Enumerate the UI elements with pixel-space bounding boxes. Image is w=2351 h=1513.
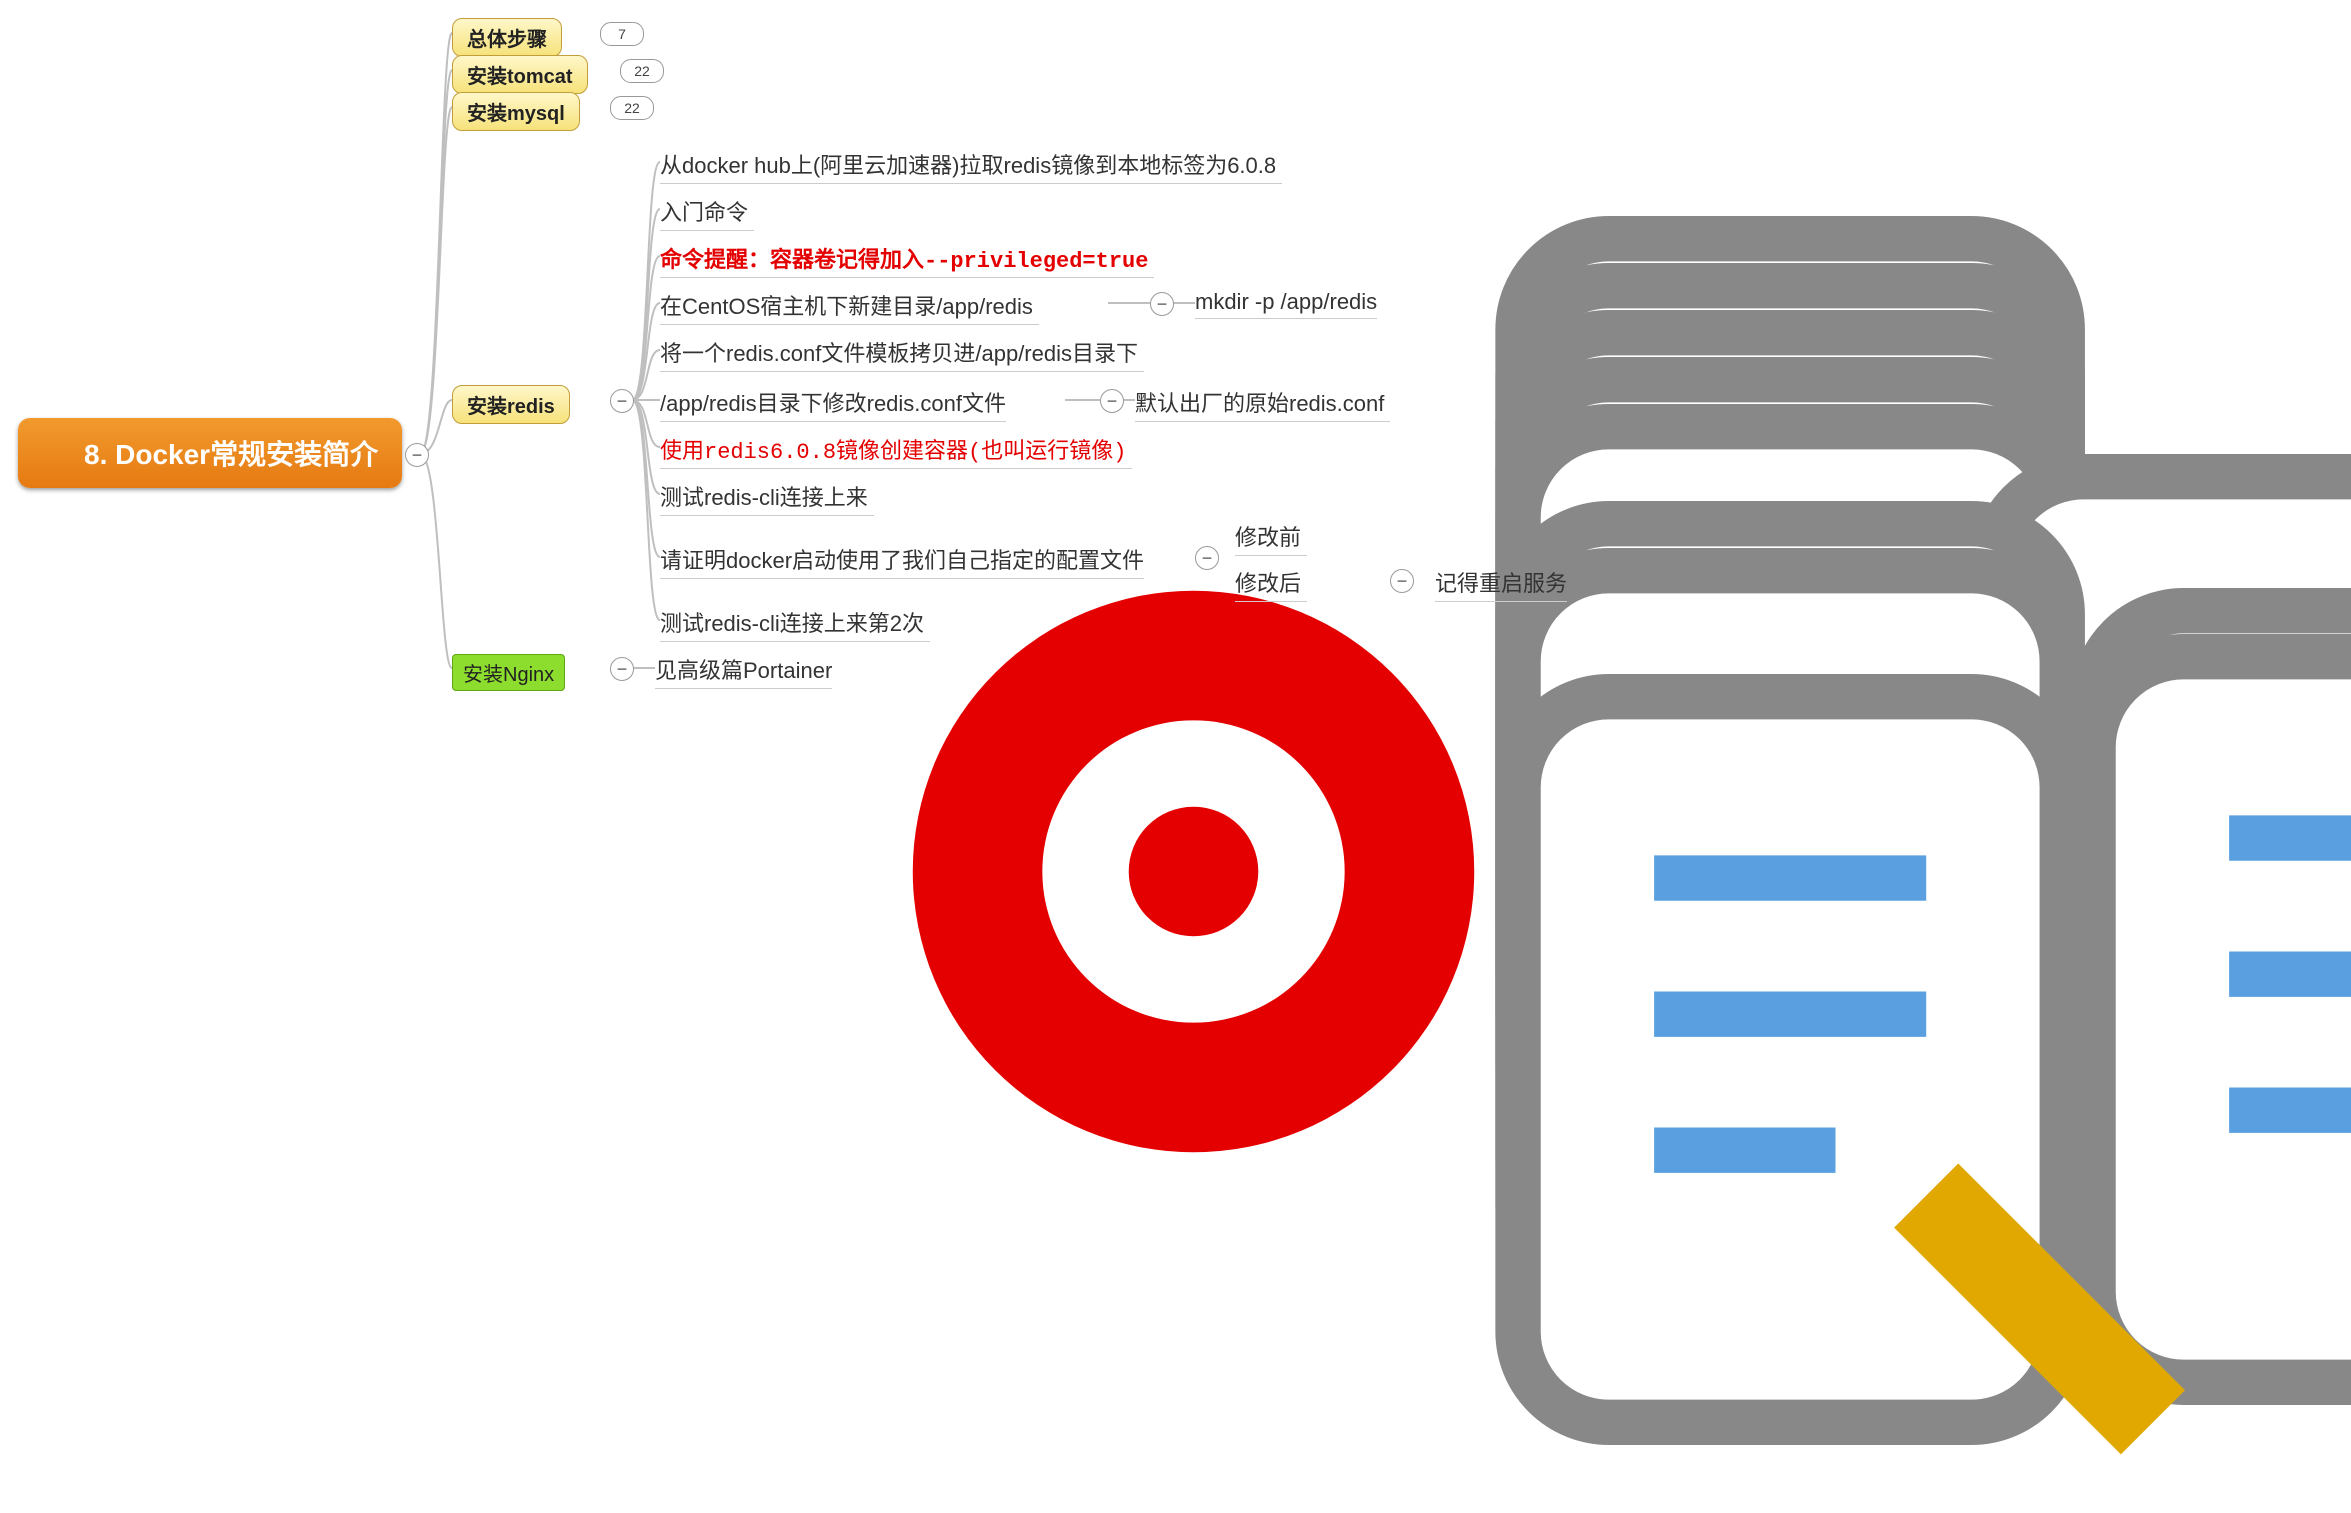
redis-n9-after-sub[interactable]: 记得重启服务 (1435, 566, 1567, 598)
topic-tomcat[interactable]: 安装tomcat (452, 55, 588, 94)
redis-n8[interactable]: 测试redis-cli连接上来 (660, 480, 868, 512)
redis-n9-after-toggle[interactable]: − (1390, 569, 1414, 593)
redis-collapse-toggle[interactable]: − (610, 389, 634, 413)
redis-n9-after[interactable]: 修改后 (1235, 566, 1301, 598)
target-icon (32, 432, 74, 474)
redis-n4-cmd[interactable]: mkdir -p /app/redis (1195, 289, 1377, 315)
topic-nginx[interactable]: 安装Nginx (452, 654, 565, 691)
redis-n9[interactable]: 请证明docker启动使用了我们自己指定的配置文件 (660, 543, 1144, 575)
topic-tomcat-count[interactable]: 22 (620, 59, 664, 83)
redis-n6-sub[interactable]: 默认出厂的原始redis.conf (1135, 386, 1384, 418)
redis-n3[interactable]: 命令提醒：容器卷记得加入--privileged=true (660, 242, 1148, 274)
redis-n5[interactable]: 将一个redis.conf文件模板拷贝进/app/redis目录下 (660, 336, 1138, 368)
nginx-collapse-toggle[interactable]: − (610, 657, 634, 681)
topic-overall-count[interactable]: 7 (600, 22, 644, 46)
redis-n1[interactable]: 从docker hub上(阿里云加速器)拉取redis镜像到本地标签为6.0.8 (660, 148, 1276, 180)
redis-n9-toggle[interactable]: − (1195, 546, 1219, 570)
root-topic[interactable]: 8. Docker常规安装简介 (18, 418, 402, 488)
redis-n4[interactable]: 在CentOS宿主机下新建目录/app/redis (660, 289, 1033, 321)
redis-n9-before[interactable]: 修改前 (1235, 520, 1301, 552)
redis-n10[interactable]: 测试redis-cli连接上来第2次 (660, 606, 924, 638)
topic-mysql-count[interactable]: 22 (610, 96, 654, 120)
topic-mysql[interactable]: 安装mysql (452, 92, 580, 131)
redis-n7[interactable]: 使用redis6.0.8镜像创建容器(也叫运行镜像) (660, 433, 1126, 465)
topic-redis[interactable]: 安装redis (452, 385, 570, 424)
redis-n6-toggle[interactable]: − (1100, 389, 1124, 413)
root-label: 8. Docker常规安装简介 (84, 433, 378, 473)
redis-n6[interactable]: /app/redis目录下修改redis.conf文件 (660, 386, 1006, 418)
redis-n4-toggle[interactable]: − (1150, 292, 1174, 316)
nginx-leaf[interactable]: 见高级篇Portainer (655, 653, 832, 685)
redis-n2[interactable]: 入门命令 (660, 195, 748, 227)
root-collapse-toggle[interactable]: − (405, 443, 429, 467)
topic-overall[interactable]: 总体步骤 (452, 18, 562, 57)
